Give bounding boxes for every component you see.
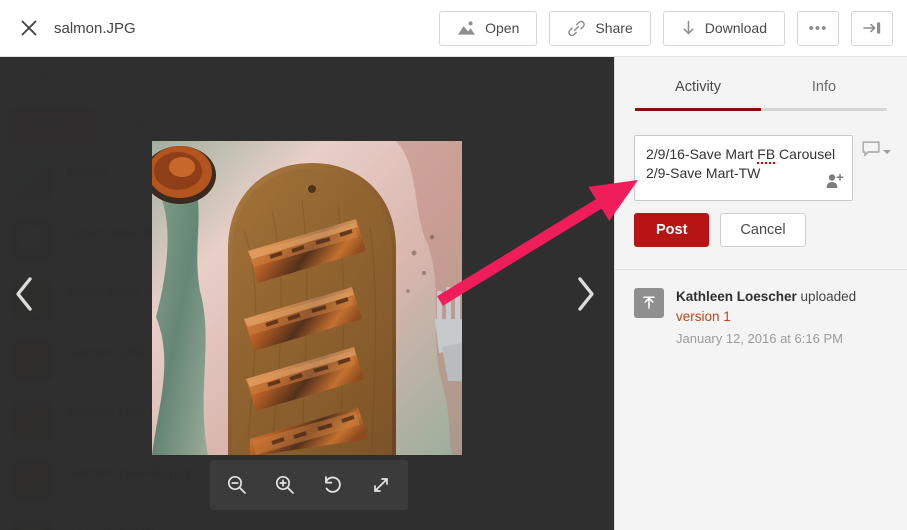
comment-type-menu[interactable] — [862, 141, 891, 162]
image-preview-app: All Files › Nourish SD › Content Calenda… — [0, 0, 907, 530]
tab-info[interactable]: Info — [761, 79, 887, 108]
download-arrow-icon — [681, 20, 696, 37]
collapse-panel-button[interactable] — [851, 10, 893, 46]
download-button-label: Download — [704, 20, 767, 36]
panel-tabs: Activity Info — [615, 79, 907, 108]
chevron-down-icon — [883, 149, 891, 154]
upload-arrow-icon — [634, 288, 664, 318]
activity-action: uploaded — [796, 289, 857, 304]
comment-line-1: 2/9/16-Save Mart FB Carousel — [646, 145, 841, 164]
activity-user: Kathleen Loescher — [676, 289, 797, 304]
open-button[interactable]: Open — [439, 10, 538, 46]
comment-input[interactable]: 2/9/16-Save Mart FB Carousel 2/9-Save Ma… — [634, 135, 853, 201]
expand-fullscreen-icon[interactable] — [358, 466, 404, 504]
open-button-label: Open — [485, 20, 520, 36]
image-tools-toolbar — [210, 460, 408, 510]
details-panel: Activity Info 2/9/16-Save Mart FB Carous… — [614, 57, 907, 530]
misspelled-word: FB — [757, 146, 776, 164]
activity-version-link[interactable]: version 1 — [676, 309, 731, 324]
download-button[interactable]: Download — [662, 10, 785, 46]
post-button[interactable]: Post — [634, 213, 710, 247]
rotate-left-icon[interactable] — [310, 466, 356, 504]
zoom-out-icon[interactable] — [214, 466, 260, 504]
ellipsis-icon: ••• — [808, 19, 828, 37]
activity-entry: Kathleen Loescher uploaded version 1 Jan… — [615, 270, 907, 346]
comment-actions: Post Cancel — [634, 201, 891, 247]
close-icon[interactable] — [14, 13, 44, 43]
activity-timestamp: January 12, 2016 at 6:16 PM — [676, 331, 843, 346]
open-image-icon — [457, 20, 476, 36]
next-image-button[interactable] — [566, 269, 606, 319]
share-button[interactable]: Share — [549, 10, 651, 46]
zoom-in-icon[interactable] — [262, 466, 308, 504]
more-actions-button[interactable]: ••• — [797, 10, 839, 46]
comment-line-2: 2/9-Save Mart-TW — [646, 165, 761, 181]
add-person-icon[interactable] — [826, 173, 844, 194]
preview-image — [152, 141, 462, 455]
preview-topbar: salmon.JPG Open Share Download ••• — [0, 0, 907, 57]
comment-composer: 2/9/16-Save Mart FB Carousel 2/9-Save Ma… — [615, 111, 907, 247]
collapse-panel-right-icon — [861, 19, 883, 37]
link-icon — [567, 20, 586, 36]
page-title: salmon.JPG — [54, 19, 136, 37]
image-viewer — [0, 57, 614, 530]
cancel-button[interactable]: Cancel — [720, 213, 806, 247]
comment-text-post: Carousel — [775, 146, 836, 162]
tab-activity[interactable]: Activity — [635, 79, 761, 108]
share-button-label: Share — [595, 20, 633, 36]
previous-image-button[interactable] — [4, 269, 44, 319]
activity-description: Kathleen Loescher uploaded — [676, 288, 856, 306]
comment-bubble-icon — [862, 141, 880, 162]
comment-text-pre: 2/9/16-Save Mart — [646, 146, 758, 162]
